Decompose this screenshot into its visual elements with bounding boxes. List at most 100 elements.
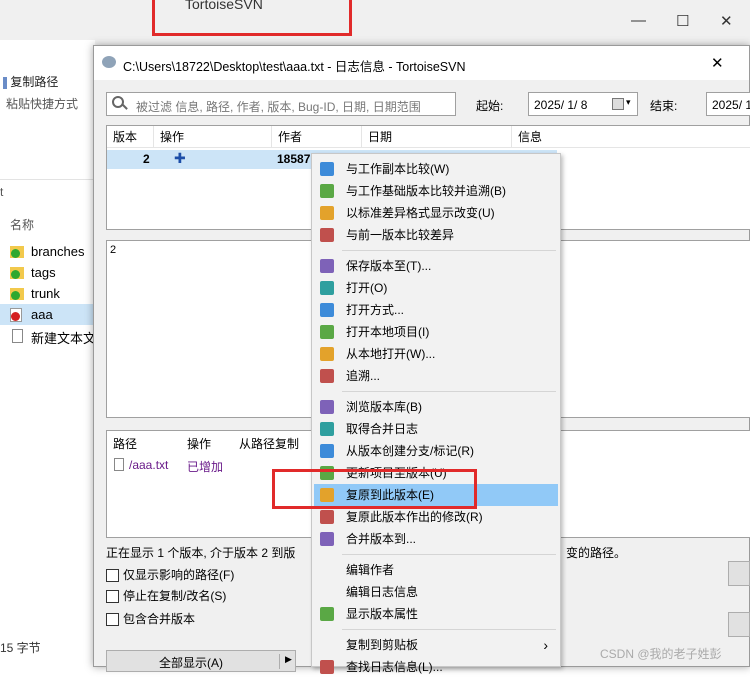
side-button-1[interactable]	[728, 561, 750, 586]
menu-item-open[interactable]: 打开(O)	[314, 277, 558, 299]
chevron-right-icon: ▶	[285, 654, 292, 664]
menu-item-find[interactable]: 查找日志信息(L)...	[314, 656, 558, 678]
path-action-value: 已增加	[187, 460, 224, 474]
filter-input[interactable]: 被过滤 信息, 路径, 作者, 版本, Bug-ID, 日期, 日期范围	[106, 92, 456, 116]
compare-prev-icon	[320, 228, 334, 242]
red-annotation-box	[272, 469, 477, 509]
log-window-title: C:\Users\18722\Desktop\test\aaa.txt - 日志…	[123, 60, 466, 74]
menu-item-item-20[interactable]: 复制到剪贴板 ›	[314, 634, 558, 656]
close-button[interactable]: ✕	[720, 12, 733, 30]
explorer-file-list: t 名称 branches tags trunk aaa 新建文本文 15 字节	[0, 180, 98, 667]
summary-text-tail: 变的路径。	[566, 546, 627, 560]
explorer-title-area: TortoiseSVN — ☐ ✕ 查看	[0, 0, 750, 60]
maximize-button[interactable]: ☐	[676, 12, 689, 30]
menu-item-label: 与前一版本比较差异	[346, 228, 455, 242]
menu-item-unified-diff[interactable]: 以标准差异格式显示改变(U)	[314, 202, 558, 224]
save-icon	[320, 259, 334, 273]
menu-separator	[342, 554, 556, 555]
end-date-label: 结束:	[650, 99, 678, 113]
svn-modified-icon	[11, 312, 20, 321]
col-path-action[interactable]: 操作	[187, 435, 211, 452]
col-path[interactable]: 路径	[113, 435, 137, 452]
file-item-tags[interactable]: tags	[8, 263, 98, 283]
added-icon: ✚	[174, 150, 186, 166]
checkbox-box	[106, 569, 119, 583]
menu-item-label: 取得合并日志	[346, 422, 419, 436]
menu-item-item-18[interactable]: 编辑日志信息	[314, 581, 558, 603]
menu-item-label: 与工作基础版本比较并追溯(B)	[346, 184, 506, 198]
side-button-2[interactable]	[728, 612, 750, 637]
file-item-new-text[interactable]: 新建文本文	[8, 326, 98, 346]
menu-item-label: 从版本创建分支/标记(R)	[346, 444, 474, 458]
path-value: /aaa.txt	[129, 458, 169, 472]
checkbox-label: 包含合并版本	[123, 612, 196, 626]
menu-item-blame[interactable]: 追溯...	[314, 365, 558, 387]
end-date-picker[interactable]: 2025/ 1/	[706, 92, 750, 116]
file-name: trunk	[31, 286, 60, 301]
menu-item-label: 编辑作者	[346, 563, 395, 577]
start-date-picker[interactable]: 2025/ 1/ 8 ▾	[528, 92, 638, 116]
col-author[interactable]: 作者	[272, 126, 362, 148]
column-name-header[interactable]: 名称	[10, 216, 34, 233]
menu-item-save[interactable]: 保存版本至(T)...	[314, 255, 558, 277]
menu-item-compare-prev[interactable]: 与前一版本比较差异	[314, 224, 558, 246]
file-item-aaa[interactable]: aaa	[0, 304, 98, 325]
paste-shortcut-button[interactable]: 粘贴快捷方式	[6, 95, 78, 112]
menu-item-properties[interactable]: 显示版本属性	[314, 603, 558, 625]
repo-browser-icon	[320, 400, 334, 414]
open-from-local-icon	[320, 347, 334, 361]
menu-item-merge[interactable]: 合并版本到...	[314, 528, 558, 550]
file-name: branches	[31, 244, 85, 259]
menu-item-label: 显示版本属性	[346, 607, 419, 621]
minimize-button[interactable]: —	[631, 12, 646, 29]
checkbox-box	[106, 613, 119, 627]
menu-item-merge-log[interactable]: 取得合并日志	[314, 418, 558, 440]
list-sep-glyph: t	[0, 185, 4, 199]
menu-item-label: 编辑日志信息	[346, 585, 419, 599]
menu-item-open-from-local[interactable]: 从本地打开(W)...	[314, 343, 558, 365]
menu-item-label: 合并版本到...	[346, 532, 417, 546]
menu-item-repo-browser[interactable]: 浏览版本库(B)	[314, 396, 558, 418]
menu-item-branch[interactable]: 从版本创建分支/标记(R)	[314, 440, 558, 462]
col-copy-from[interactable]: 从路径复制	[239, 435, 299, 452]
checkbox-label: 停止在复制/改名(S)	[123, 589, 227, 603]
search-icon-handle	[122, 104, 128, 110]
file-item-trunk[interactable]: trunk	[8, 284, 98, 304]
file-item-branches[interactable]: branches	[8, 242, 98, 262]
menu-item-open-with[interactable]: 打开方式...	[314, 299, 558, 321]
submenu-arrow-icon: ›	[543, 637, 548, 653]
checkbox-stop-on-copy[interactable]: 停止在复制/改名(S)	[106, 587, 226, 604]
col-date[interactable]: 日期	[362, 126, 512, 148]
menu-separator	[342, 391, 556, 392]
diff-icon	[320, 162, 334, 176]
log-title-bar: C:\Users\18722\Desktop\test\aaa.txt - 日志…	[94, 46, 749, 80]
col-message[interactable]: 信息	[512, 126, 552, 148]
col-revision[interactable]: 版本	[107, 126, 154, 148]
show-all-button[interactable]: 全部显示(A) ▶	[106, 650, 296, 672]
explorer-tab-fragment: TortoiseSVN	[185, 0, 263, 12]
chevron-down-icon: ▾	[626, 97, 631, 107]
checkbox-affected-paths[interactable]: 仅显示影响的路径(F)	[106, 566, 234, 583]
open-with-icon	[320, 303, 334, 317]
checkbox-label: 仅显示影响的路径(F)	[123, 568, 235, 582]
copy-path-button[interactable]: 复制路径	[3, 73, 58, 90]
status-bar-size: 15 字节	[0, 641, 41, 655]
menu-item-diff[interactable]: 与工作副本比较(W)	[314, 158, 558, 180]
unified-diff-icon	[320, 206, 334, 220]
menu-item-label: 打开(O)	[346, 281, 388, 295]
merge-log-icon	[320, 422, 334, 436]
menu-item-item-17[interactable]: 编辑作者	[314, 559, 558, 581]
copy-path-icon	[3, 76, 7, 89]
watermark: CSDN @我的老子姓彭	[600, 647, 722, 661]
blame-icon	[320, 369, 334, 383]
tortoise-icon	[102, 56, 116, 68]
checkbox-merged-revisions[interactable]: 包含合并版本	[106, 610, 195, 627]
end-date-value: 2025/ 1/	[712, 98, 750, 112]
menu-item-label: 复制到剪贴板	[346, 638, 419, 652]
col-action[interactable]: 操作	[154, 126, 272, 148]
menu-item-blame-diff[interactable]: 与工作基础版本比较并追溯(B)	[314, 180, 558, 202]
menu-item-open-local[interactable]: 打开本地项目(I)	[314, 321, 558, 343]
menu-item-revert-changes[interactable]: 复原此版本作出的修改(R)	[314, 506, 558, 528]
summary-text: 正在显示 1 个版本, 介于版本 2 到版	[106, 546, 296, 560]
log-close-button[interactable]: ✕	[711, 54, 724, 72]
